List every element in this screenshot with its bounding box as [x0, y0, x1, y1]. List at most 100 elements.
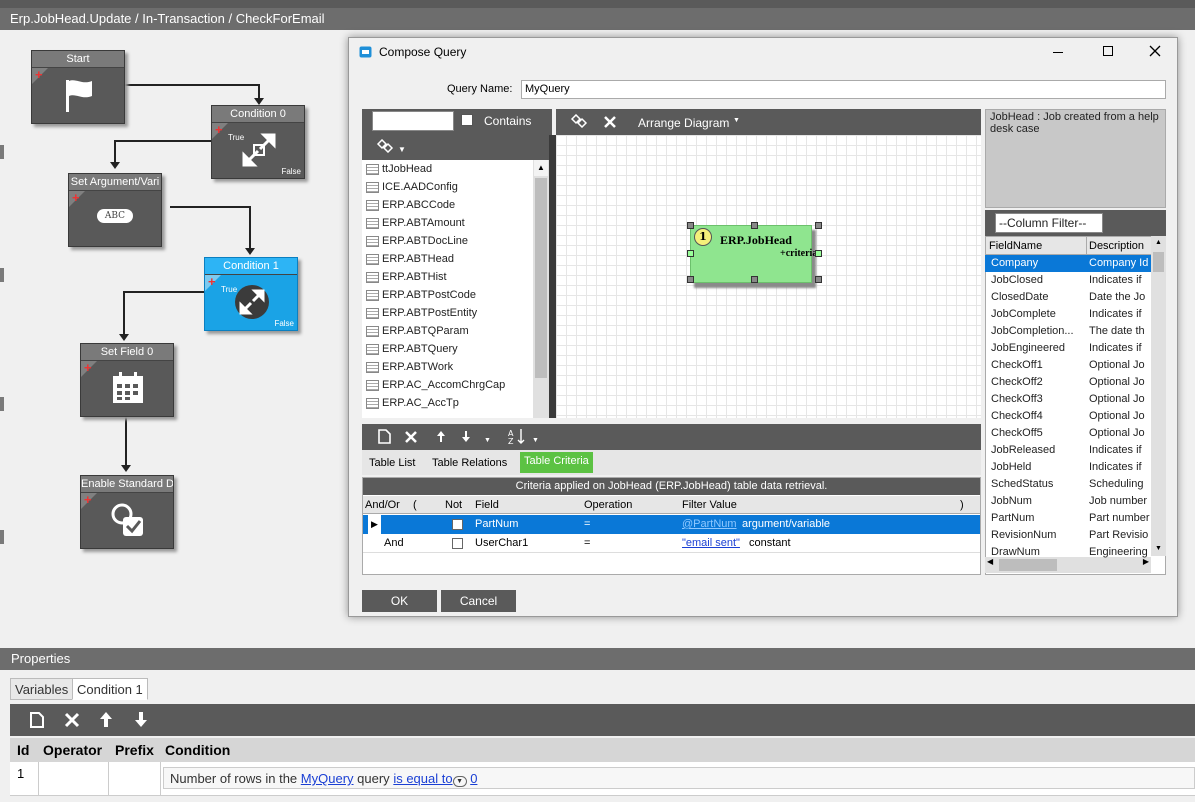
- splitter[interactable]: [549, 135, 556, 418]
- resize-handle[interactable]: [687, 222, 694, 229]
- criteria-row[interactable]: ▶ PartNum = @PartNum argument/variable: [363, 515, 980, 534]
- table-list-item[interactable]: ttJobHead: [362, 160, 532, 178]
- table-list-item[interactable]: ERP.ABTQParam: [362, 322, 532, 340]
- resize-handle[interactable]: [751, 276, 758, 283]
- table-list-item[interactable]: ERP.ABTHist: [362, 268, 532, 286]
- chevron-down-icon[interactable]: ▼: [733, 117, 740, 124]
- scroll-thumb[interactable]: [535, 178, 547, 378]
- link-icon[interactable]: [376, 139, 394, 153]
- sort-icon[interactable]: AZ: [508, 428, 526, 445]
- query-name-input[interactable]: MyQuery: [521, 80, 1166, 99]
- table-list-item[interactable]: ICE.AADConfig: [362, 178, 532, 196]
- field-row[interactable]: CheckOff4 Optional Jo: [985, 408, 1151, 425]
- criteria-field[interactable]: PartNum: [475, 515, 518, 534]
- field-row[interactable]: RevisionNum Part Revisio: [985, 527, 1151, 544]
- scroll-up-arrow[interactable]: ▲: [534, 160, 548, 176]
- chevron-down-icon[interactable]: ▼: [484, 437, 491, 444]
- scroll-thumb[interactable]: [1153, 252, 1164, 272]
- condition-row[interactable]: 1 Number of rows in the MyQuery query is…: [10, 762, 1195, 796]
- col-fieldname[interactable]: FieldName: [989, 237, 1042, 255]
- field-row[interactable]: CheckOff2 Optional Jo: [985, 374, 1151, 391]
- table-list-item[interactable]: ERP.ABTPostCode: [362, 286, 532, 304]
- maximize-button[interactable]: [1103, 46, 1113, 56]
- resize-handle[interactable]: [815, 222, 822, 229]
- not-checkbox[interactable]: [452, 519, 463, 530]
- resize-handle[interactable]: [751, 222, 758, 229]
- new-icon[interactable]: [30, 712, 44, 728]
- field-row[interactable]: JobComplete Indicates if: [985, 306, 1151, 323]
- field-row[interactable]: CheckOff1 Optional Jo: [985, 357, 1151, 374]
- tab-table-list[interactable]: Table List: [369, 457, 415, 469]
- table-list-item[interactable]: ERP.ABTHead: [362, 250, 532, 268]
- new-icon[interactable]: [378, 429, 391, 444]
- field-row[interactable]: JobHeld Indicates if: [985, 459, 1151, 476]
- delete-icon[interactable]: [64, 712, 80, 728]
- query-link[interactable]: MyQuery: [301, 771, 354, 786]
- col-description[interactable]: Description: [1086, 237, 1144, 255]
- table-list-item[interactable]: ERP.ABTDocLine: [362, 232, 532, 250]
- criteria-operation[interactable]: =: [584, 515, 590, 534]
- resize-handle[interactable]: [815, 250, 822, 257]
- node-start[interactable]: Start +: [31, 50, 125, 124]
- tab-table-criteria[interactable]: Table Criteria: [520, 452, 593, 473]
- criteria-field[interactable]: UserChar1: [475, 534, 528, 553]
- table-list-scrollbar[interactable]: ▲: [533, 160, 549, 418]
- table-list-item[interactable]: ERP.ABTAmount: [362, 214, 532, 232]
- table-list[interactable]: ttJobHead ICE.AADConfig ERP.ABCCode ERP.ABT…: [362, 160, 537, 418]
- not-checkbox[interactable]: [452, 538, 463, 549]
- chevron-down-icon[interactable]: ▼: [532, 437, 539, 444]
- node-condition-1[interactable]: Condition 1 + True False: [204, 257, 298, 331]
- table-search-input[interactable]: [372, 111, 454, 131]
- ok-button[interactable]: OK: [362, 590, 437, 612]
- link-icon[interactable]: [570, 114, 588, 128]
- field-row[interactable]: JobNum Job number: [985, 493, 1151, 510]
- resize-handle[interactable]: [687, 250, 694, 257]
- column-filter-input[interactable]: --Column Filter--: [995, 213, 1103, 233]
- move-up-icon[interactable]: [99, 711, 113, 728]
- field-row[interactable]: ClosedDate Date the Jo: [985, 289, 1151, 306]
- criteria-andor[interactable]: And: [384, 534, 404, 553]
- node-set-argument[interactable]: Set Argument/Vari + ABC: [68, 173, 162, 247]
- field-row[interactable]: Company Company Id: [985, 255, 1151, 272]
- arrange-diagram-menu[interactable]: Arrange Diagram: [638, 116, 729, 130]
- move-down-icon[interactable]: [461, 430, 471, 443]
- table-list-item[interactable]: ERP.ABTQuery: [362, 340, 532, 358]
- table-list-item[interactable]: ERP.ABTWork: [362, 358, 532, 376]
- minimize-button[interactable]: [1053, 52, 1063, 53]
- delete-icon[interactable]: [603, 115, 617, 129]
- condition-editor[interactable]: Number of rows in the MyQuery query is e…: [163, 767, 1195, 789]
- scroll-up-arrow[interactable]: ▲: [1151, 236, 1166, 250]
- diagram-table-node[interactable]: 1 ERP.JobHead +criteria: [690, 225, 817, 283]
- node-condition-0[interactable]: Condition 0 + True False: [211, 105, 305, 179]
- field-row[interactable]: JobEngineered Indicates if: [985, 340, 1151, 357]
- criteria-operation[interactable]: =: [584, 534, 590, 553]
- criteria-value-link[interactable]: @PartNum: [682, 515, 737, 534]
- dropdown-icon[interactable]: ▼: [452, 776, 467, 787]
- table-list-item[interactable]: ERP.AC_AccomChrgCap: [362, 376, 532, 394]
- cancel-button[interactable]: Cancel: [441, 590, 516, 612]
- field-row[interactable]: JobReleased Indicates if: [985, 442, 1151, 459]
- tab-condition-1[interactable]: Condition 1: [72, 678, 148, 700]
- field-row[interactable]: JobClosed Indicates if: [985, 272, 1151, 289]
- contains-checkbox[interactable]: [461, 114, 473, 126]
- node-enable-standard[interactable]: Enable Standard D +: [80, 475, 174, 549]
- criteria-row[interactable]: And UserChar1 = "email sent" constant: [363, 534, 980, 553]
- diagram-canvas[interactable]: 1 ERP.JobHead +criteria: [556, 135, 981, 418]
- table-list-item[interactable]: ERP.AC_AccTp: [362, 394, 532, 412]
- resize-handle[interactable]: [815, 276, 822, 283]
- field-grid-vscroll[interactable]: ▲ ▼: [1151, 236, 1166, 556]
- field-row[interactable]: CheckOff3 Optional Jo: [985, 391, 1151, 408]
- chevron-down-icon[interactable]: ▼: [398, 145, 406, 154]
- scroll-down-arrow[interactable]: ▼: [1151, 542, 1166, 556]
- field-row[interactable]: PartNum Part number: [985, 510, 1151, 527]
- value-link[interactable]: 0: [470, 771, 477, 786]
- table-list-item[interactable]: ERP.ABTPostEntity: [362, 304, 532, 322]
- tab-table-relations[interactable]: Table Relations: [432, 457, 507, 469]
- field-row[interactable]: DrawNum Engineering: [985, 544, 1151, 561]
- resize-handle[interactable]: [687, 276, 694, 283]
- field-row[interactable]: JobCompletion... The date th: [985, 323, 1151, 340]
- tab-variables[interactable]: Variables: [10, 678, 74, 700]
- table-list-item[interactable]: ERP.ABCCode: [362, 196, 532, 214]
- close-icon[interactable]: [1149, 45, 1161, 57]
- move-up-icon[interactable]: [436, 430, 446, 443]
